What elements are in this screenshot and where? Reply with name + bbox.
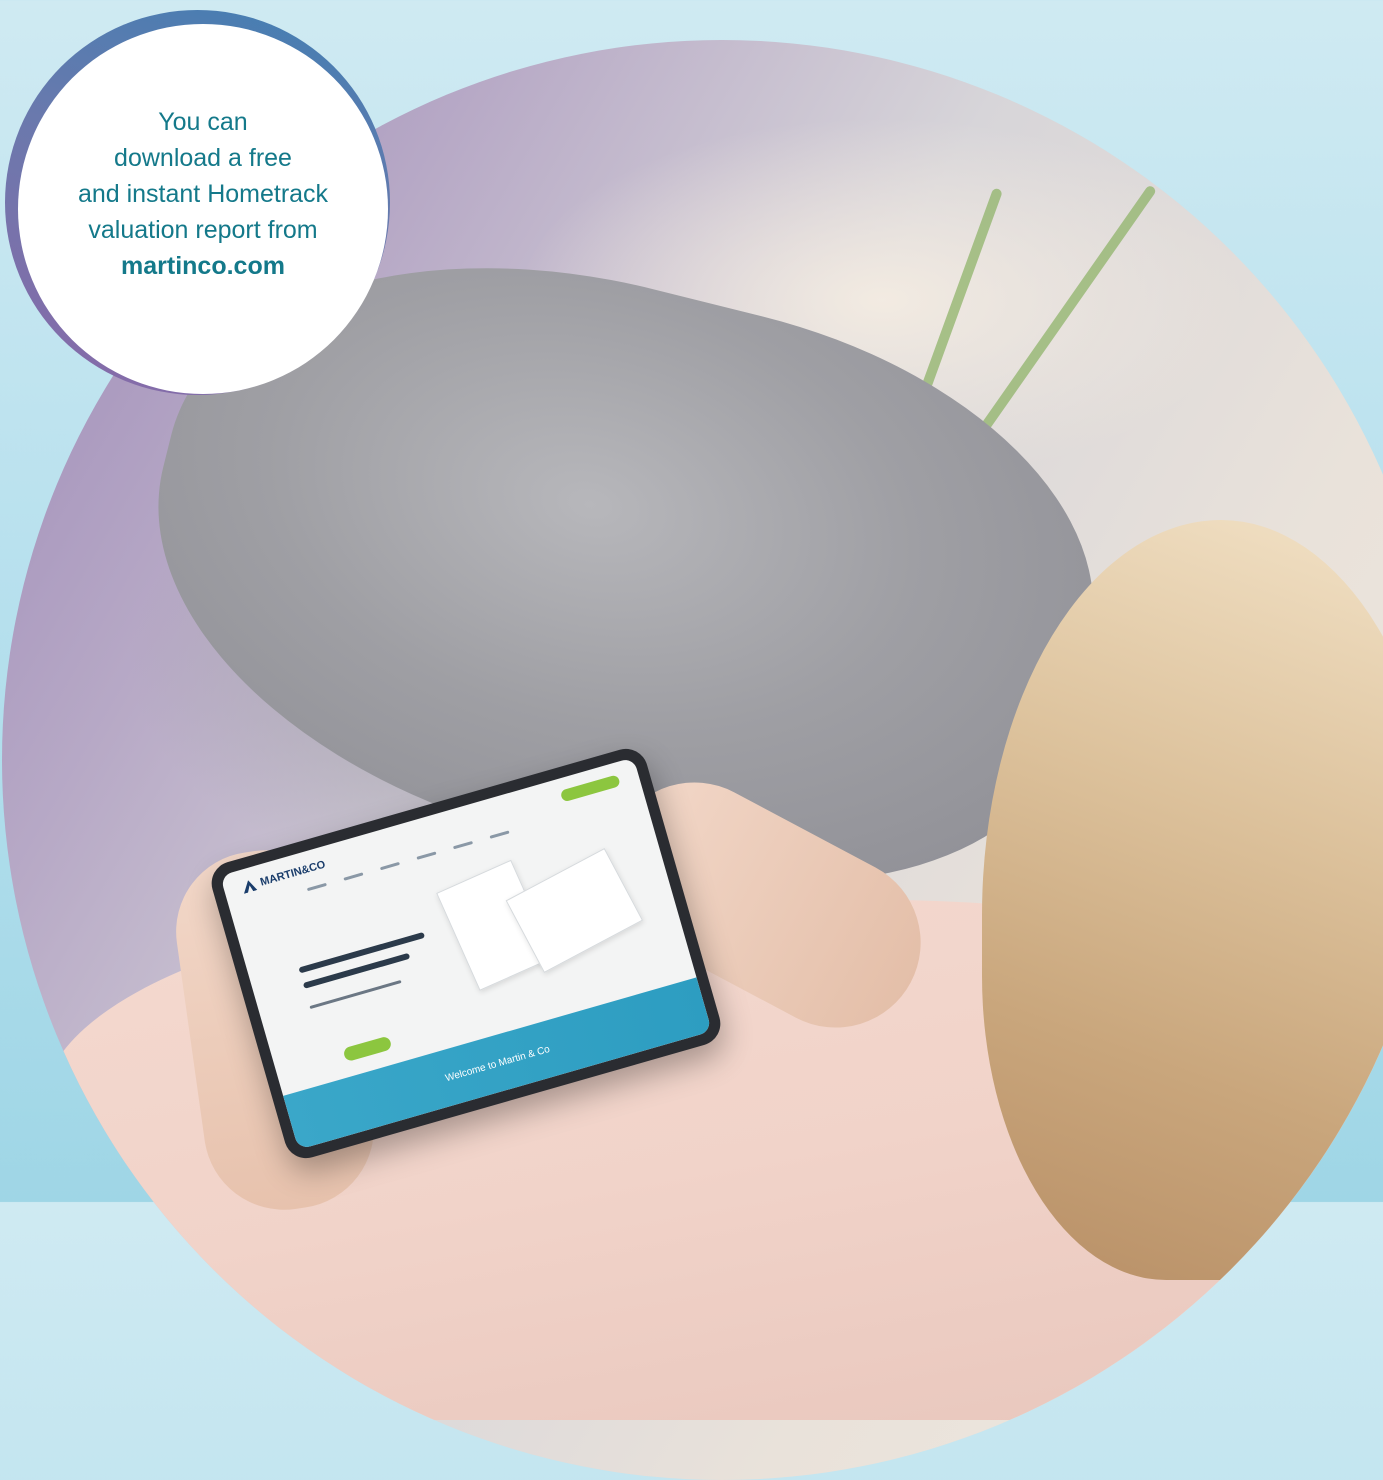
nav-item [343,872,364,881]
plant-leaf [976,184,1158,436]
nav-item [489,830,510,839]
nav-item [379,861,400,871]
callout-text: You can download a free and instant Home… [43,104,363,284]
callout-line: download a free [114,144,292,172]
nav-item [452,840,474,850]
hero-cta-button [342,1035,393,1063]
callout-line: valuation report from [88,216,318,244]
callout-bubble: You can download a free and instant Home… [18,24,388,394]
callout-link[interactable]: martinco.com [43,248,363,284]
callout-line: You can [158,108,248,136]
logo-icon [241,878,258,893]
welcome-text: Welcome to Martin & Co [444,1043,552,1084]
nav-item [416,851,437,860]
nav-item [306,882,327,892]
brand-name: MARTIN&CO [258,858,327,889]
callout-line: and instant Hometrack [77,180,329,208]
hero-subline [309,980,402,1010]
header-cta-button [559,774,621,803]
